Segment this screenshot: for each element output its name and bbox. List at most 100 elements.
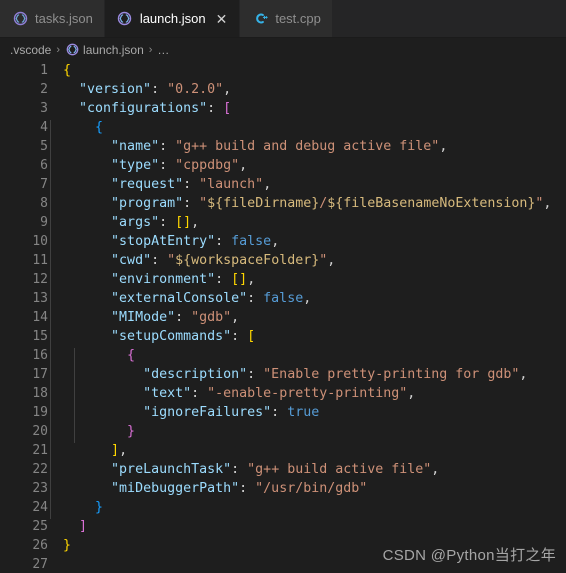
- close-icon[interactable]: ✕: [215, 12, 229, 26]
- code-line[interactable]: 12 "environment": [],: [0, 270, 566, 291]
- code-line-content[interactable]: "name": "g++ build and debug active file…: [48, 139, 566, 158]
- line-number: 17: [32, 367, 48, 382]
- line-number: 20: [32, 424, 48, 439]
- tab-label: test.cpp: [275, 11, 321, 26]
- code-line[interactable]: 8 "program": "${fileDirname}/${fileBasen…: [0, 194, 566, 215]
- indent-guide: [74, 348, 75, 367]
- tab-test-cpp[interactable]: test.cpp: [240, 0, 333, 37]
- line-number: 24: [32, 500, 48, 515]
- line-number: 1: [40, 63, 48, 78]
- code-line[interactable]: 10 "stopAtEntry": false,: [0, 232, 566, 253]
- watermark-text: CSDN @Python当打之年: [382, 547, 556, 564]
- code-line[interactable]: 11 "cwd": "${workspaceFolder}",: [0, 251, 566, 272]
- code-line[interactable]: 21 ],: [0, 441, 566, 462]
- code-line[interactable]: 5 "name": "g++ build and debug active fi…: [0, 137, 566, 158]
- line-number: 10: [32, 234, 48, 249]
- indent-guide: [50, 367, 51, 386]
- code-line-content[interactable]: "ignoreFailures": true: [48, 405, 566, 424]
- code-line[interactable]: 7 "request": "launch",: [0, 175, 566, 196]
- line-number: 16: [32, 348, 48, 363]
- indent-guide: [50, 196, 51, 215]
- code-line[interactable]: 16 {: [0, 346, 566, 367]
- tab-label: launch.json: [139, 11, 206, 26]
- indent-guide: [50, 500, 51, 519]
- code-line-content[interactable]: "miDebuggerPath": "/usr/bin/gdb": [48, 481, 566, 500]
- breadcrumb-item-launch-json[interactable]: launch.json: [65, 43, 144, 57]
- code-line[interactable]: 6 "type": "cppdbg",: [0, 156, 566, 177]
- breadcrumb-label: …: [157, 42, 170, 57]
- code-line[interactable]: 25 ]: [0, 517, 566, 536]
- code-line[interactable]: 15 "setupCommands": [: [0, 327, 566, 348]
- code-line-content[interactable]: "type": "cppdbg",: [48, 158, 566, 177]
- code-line[interactable]: 23 "miDebuggerPath": "/usr/bin/gdb": [0, 479, 566, 500]
- code-line-content[interactable]: "MIMode": "gdb",: [48, 310, 566, 329]
- indent-guide: [50, 158, 51, 177]
- code-line-content[interactable]: "request": "launch",: [48, 177, 566, 196]
- indent-guide: [50, 120, 51, 139]
- code-line[interactable]: 24 }: [0, 498, 566, 519]
- breadcrumb-label: launch.json: [83, 42, 144, 57]
- code-line[interactable]: 18 "text": "-enable-pretty-printing",: [0, 384, 566, 405]
- code-line-content[interactable]: "stopAtEntry": false,: [48, 234, 566, 253]
- line-number: 27: [32, 557, 48, 572]
- indent-guide: [50, 329, 51, 348]
- indent-guide: [50, 253, 51, 272]
- code-line[interactable]: 19 "ignoreFailures": true: [0, 403, 566, 424]
- code-line[interactable]: 4 {: [0, 118, 566, 139]
- code-line-content[interactable]: {: [48, 63, 566, 78]
- json-file-icon: [12, 11, 28, 27]
- json-file-icon: [65, 43, 79, 57]
- code-line[interactable]: 22 "preLaunchTask": "g++ build active fi…: [0, 460, 566, 481]
- cpp-file-icon: [252, 11, 268, 27]
- code-line-content[interactable]: "description": "Enable pretty-printing f…: [48, 367, 566, 386]
- line-number: 22: [32, 462, 48, 477]
- line-number: 11: [32, 253, 48, 268]
- indent-guide: [50, 310, 51, 329]
- code-line-content[interactable]: ],: [48, 443, 566, 462]
- line-number: 14: [32, 310, 48, 325]
- code-line[interactable]: 13 "externalConsole": false,: [0, 289, 566, 310]
- breadcrumb: .vscode › launch.json › …: [0, 38, 566, 61]
- breadcrumb-separator-icon: ›: [148, 43, 153, 56]
- indent-guide: [50, 386, 51, 405]
- code-line-content[interactable]: }: [48, 424, 566, 443]
- line-number: 13: [32, 291, 48, 306]
- code-line-content[interactable]: {: [48, 348, 566, 367]
- line-number: 2: [40, 82, 48, 97]
- breadcrumb-item-more[interactable]: …: [157, 43, 169, 57]
- code-line-content[interactable]: }: [48, 500, 566, 519]
- editor-tab-bar: tasks.json launch.json ✕ test.cpp: [0, 0, 566, 38]
- tab-launch-json[interactable]: launch.json ✕: [104, 0, 241, 37]
- code-line[interactable]: 3 "configurations": [: [0, 99, 566, 118]
- code-line[interactable]: 20 }: [0, 422, 566, 443]
- code-line-content[interactable]: "environment": [],: [48, 272, 566, 291]
- line-number: 18: [32, 386, 48, 401]
- code-line-content[interactable]: ]: [48, 519, 566, 534]
- code-line[interactable]: 2 "version": "0.2.0",: [0, 80, 566, 99]
- line-number: 25: [32, 519, 48, 534]
- code-line-content[interactable]: "program": "${fileDirname}/${fileBasenam…: [48, 196, 566, 215]
- line-number: 5: [40, 139, 48, 154]
- code-line[interactable]: 1{: [0, 61, 566, 80]
- indent-guide: [50, 234, 51, 253]
- code-line-content[interactable]: "preLaunchTask": "g++ build active file"…: [48, 462, 566, 481]
- tab-tasks-json[interactable]: tasks.json: [0, 0, 105, 37]
- code-line-content[interactable]: "cwd": "${workspaceFolder}",: [48, 253, 566, 272]
- line-number: 12: [32, 272, 48, 287]
- breadcrumb-item-vscode[interactable]: .vscode: [10, 43, 51, 57]
- json-file-icon: [117, 11, 133, 27]
- tab-bar-empty-space: [332, 0, 566, 37]
- line-number: 9: [40, 215, 48, 230]
- code-line-content[interactable]: "externalConsole": false,: [48, 291, 566, 310]
- code-line[interactable]: 17 "description": "Enable pretty-printin…: [0, 365, 566, 386]
- code-line-content[interactable]: "version": "0.2.0",: [48, 82, 566, 97]
- code-line[interactable]: 9 "args": [],: [0, 213, 566, 234]
- code-line[interactable]: 14 "MIMode": "gdb",: [0, 308, 566, 329]
- indent-guide: [50, 348, 51, 367]
- code-line-content[interactable]: "args": [],: [48, 215, 566, 234]
- code-line-content[interactable]: "configurations": [: [48, 101, 566, 116]
- code-editor[interactable]: 1{2 "version": "0.2.0", 3 "configurations…: [0, 61, 566, 573]
- code-line-content[interactable]: "setupCommands": [: [48, 329, 566, 348]
- code-line-content[interactable]: "text": "-enable-pretty-printing",: [48, 386, 566, 405]
- code-line-content[interactable]: {: [48, 120, 566, 139]
